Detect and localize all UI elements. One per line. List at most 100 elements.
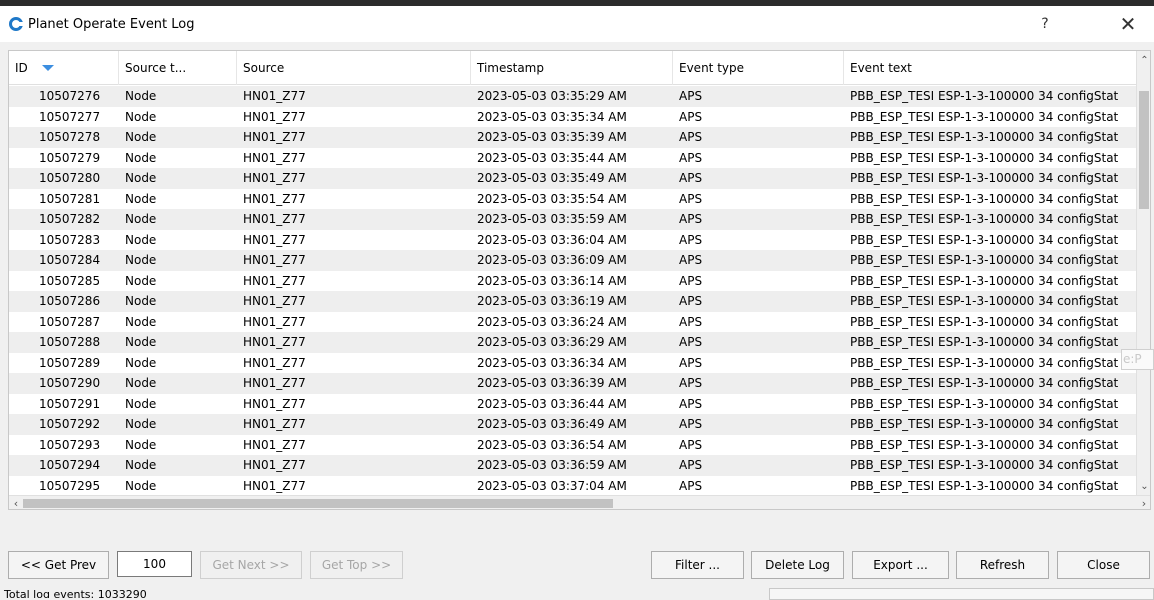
- table-row[interactable]: 10507294 Node HN01_Z77 2023-05-03 03:36:59 …: [9, 455, 1136, 476]
- table-row[interactable]: 10507287 Node HN01_Z77 2023-05-03 03:36:24 …: [9, 311, 1136, 332]
- horizontal-scroll-thumb[interactable]: [23, 499, 613, 508]
- table-row[interactable]: 10507289 Node HN01_Z77 2023-05-03 03:36:34 …: [9, 352, 1136, 373]
- table-row[interactable]: 10507295 Node HN01_Z77 2023-05-03 03:37:04 …: [9, 475, 1136, 496]
- cell-timestamp: 2023-05-03 03:36:19 AM: [477, 294, 627, 308]
- table-row[interactable]: 10507288 Node HN01_Z77 2023-05-03 03:36:29 …: [9, 332, 1136, 353]
- scroll-left-icon[interactable]: ‹: [9, 496, 23, 509]
- cell-timestamp: 2023-05-03 03:36:09 AM: [477, 253, 627, 267]
- column-header-timestamp[interactable]: Timestamp: [471, 51, 673, 85]
- planet-operate-icon: [9, 17, 23, 31]
- get-prev-button[interactable]: << Get Prev: [8, 551, 109, 579]
- column-header-source-type[interactable]: Source t...: [119, 51, 237, 85]
- cell-source: HN01_Z77: [243, 171, 306, 185]
- vertical-scrollbar[interactable]: ⌃ ⌄: [1136, 51, 1150, 495]
- cell-id: 10507284: [39, 253, 101, 267]
- get-top-button[interactable]: Get Top >>: [310, 551, 403, 579]
- table-row[interactable]: 10507293 Node HN01_Z77 2023-05-03 03:36:54 …: [9, 434, 1136, 455]
- close-button[interactable]: Close: [1057, 551, 1150, 579]
- refresh-button[interactable]: Refresh: [956, 551, 1049, 579]
- cell-source: HN01_Z77: [243, 417, 306, 431]
- cell-source: HN01_Z77: [243, 212, 306, 226]
- cell-source: HN01_Z77: [243, 355, 306, 370]
- cell-id: 10507279: [39, 150, 101, 165]
- table-row[interactable]: 10507285 Node HN01_Z77 2023-05-03 03:36:14 …: [9, 270, 1136, 291]
- cell-source-type: Node: [125, 191, 157, 206]
- cell-source-type: Node: [125, 396, 157, 411]
- cell-event-text: PBB_ESP_TESI ESP-1-3-100000 34 configSta…: [850, 478, 1119, 493]
- cell-timestamp: 2023-05-03 03:36:29 AM: [477, 335, 627, 349]
- table-row[interactable]: 10507281 Node HN01_Z77 2023-05-03 03:35:54 …: [9, 188, 1136, 209]
- table-row[interactable]: 10507279 Node HN01_Z77 2023-05-03 03:35:44 …: [9, 147, 1136, 168]
- cell-source: HN01_Z77: [243, 376, 306, 390]
- table-row[interactable]: 10507277 Node HN01_Z77 2023-05-03 03:35:34 …: [9, 106, 1136, 127]
- table-row[interactable]: 10507278 Node HN01_Z77 2023-05-03 03:35:39 …: [9, 127, 1136, 148]
- table-row[interactable]: 10507290 Node HN01_Z77 2023-05-03 03:36:39 …: [9, 373, 1136, 394]
- column-header-event-type[interactable]: Event type: [673, 51, 844, 85]
- cell-event-type: APS: [679, 232, 703, 247]
- table-row[interactable]: 10507292 Node HN01_Z77 2023-05-03 03:36:49 …: [9, 414, 1136, 435]
- get-next-button[interactable]: Get Next >>: [200, 551, 302, 579]
- cell-timestamp: 2023-05-03 03:36:14 AM: [477, 273, 627, 288]
- cell-id: 10507277: [39, 109, 101, 124]
- cell-timestamp: 2023-05-03 03:35:29 AM: [477, 89, 627, 103]
- cell-source-type: Node: [125, 294, 157, 308]
- cell-source-type: Node: [125, 232, 157, 247]
- column-header-id[interactable]: ID: [9, 51, 119, 85]
- help-button[interactable]: ?: [1030, 6, 1060, 42]
- cell-id: 10507289: [39, 355, 101, 370]
- cell-id: 10507278: [39, 130, 101, 144]
- cell-id: 10507292: [39, 417, 101, 431]
- scroll-down-icon[interactable]: ⌄: [1137, 479, 1150, 495]
- table-row[interactable]: 10507276 Node HN01_Z77 2023-05-03 03:35:29 …: [9, 86, 1136, 107]
- cell-source: HN01_Z77: [243, 335, 306, 349]
- cell-id: 10507286: [39, 294, 101, 308]
- export-button[interactable]: Export ...: [852, 551, 949, 579]
- cell-source: HN01_Z77: [243, 294, 306, 308]
- column-header-source[interactable]: Source: [237, 51, 471, 85]
- cell-timestamp: 2023-05-03 03:36:24 AM: [477, 314, 627, 329]
- column-header-label: Source: [243, 61, 285, 75]
- table-row[interactable]: 10507284 Node HN01_Z77 2023-05-03 03:36:09 …: [9, 250, 1136, 271]
- cell-event-type: APS: [679, 376, 703, 390]
- cell-source-type: Node: [125, 458, 157, 472]
- scroll-up-icon[interactable]: ⌃: [1137, 53, 1150, 69]
- cell-event-text: PBB_ESP_TESI ESP-1-3-100000 34 configSta…: [850, 376, 1119, 390]
- table-row[interactable]: 10507291 Node HN01_Z77 2023-05-03 03:36:44 …: [9, 393, 1136, 414]
- filter-button[interactable]: Filter ...: [651, 551, 744, 579]
- cell-source-type: Node: [125, 376, 157, 390]
- table-row[interactable]: 10507286 Node HN01_Z77 2023-05-03 03:36:19 …: [9, 291, 1136, 312]
- cell-event-text: PBB_ESP_TESI ESP-1-3-100000 34 configSta…: [850, 294, 1119, 308]
- cell-event-type: APS: [679, 335, 703, 349]
- cell-event-text: PBB_ESP_TESI ESP-1-3-100000 34 configSta…: [850, 335, 1119, 349]
- cell-event-type: APS: [679, 458, 703, 472]
- table-row[interactable]: 10507283 Node HN01_Z77 2023-05-03 03:36:04 …: [9, 229, 1136, 250]
- cell-source-type: Node: [125, 314, 157, 329]
- cell-source-type: Node: [125, 89, 157, 103]
- cell-event-type: APS: [679, 253, 703, 267]
- cell-source-type: Node: [125, 437, 157, 452]
- vertical-scroll-thumb[interactable]: [1139, 91, 1149, 209]
- scroll-right-icon[interactable]: ›: [1137, 496, 1150, 509]
- event-text-tooltip: e:P: [1121, 349, 1154, 370]
- horizontal-scrollbar[interactable]: ‹ ›: [9, 495, 1150, 509]
- event-log-table: ID Source t... Source Timestamp Event ty…: [8, 50, 1151, 510]
- cell-event-text: PBB_ESP_TESI ESP-1-3-100000 34 configSta…: [850, 171, 1119, 185]
- column-header-label: ID: [15, 61, 28, 75]
- delete-log-button[interactable]: Delete Log: [751, 551, 844, 579]
- table-row[interactable]: 10507282 Node HN01_Z77 2023-05-03 03:35:59 …: [9, 209, 1136, 230]
- cell-event-text: PBB_ESP_TESI ESP-1-3-100000 34 configSta…: [850, 130, 1119, 144]
- column-header-label: Source t...: [125, 61, 187, 75]
- column-header-label: Event text: [850, 61, 912, 75]
- table-row[interactable]: 10507280 Node HN01_Z77 2023-05-03 03:35:49 …: [9, 168, 1136, 189]
- cell-event-text: PBB_ESP_TESI ESP-1-3-100000 34 configSta…: [850, 273, 1119, 288]
- page-size-input[interactable]: 100: [117, 551, 192, 577]
- cell-timestamp: 2023-05-03 03:35:34 AM: [477, 109, 627, 124]
- close-icon[interactable]: ✕: [1110, 6, 1146, 42]
- column-header-event-text[interactable]: Event text: [844, 51, 1136, 85]
- cell-event-text: PBB_ESP_TESI ESP-1-3-100000 34 configSta…: [850, 458, 1119, 472]
- title-bar: Planet Operate Event Log ? ✕: [0, 6, 1154, 42]
- cell-source-type: Node: [125, 417, 157, 431]
- cell-event-text: PBB_ESP_TESI ESP-1-3-100000 34 configSta…: [850, 437, 1119, 452]
- cell-source: HN01_Z77: [243, 150, 306, 165]
- column-header-label: Timestamp: [477, 61, 544, 75]
